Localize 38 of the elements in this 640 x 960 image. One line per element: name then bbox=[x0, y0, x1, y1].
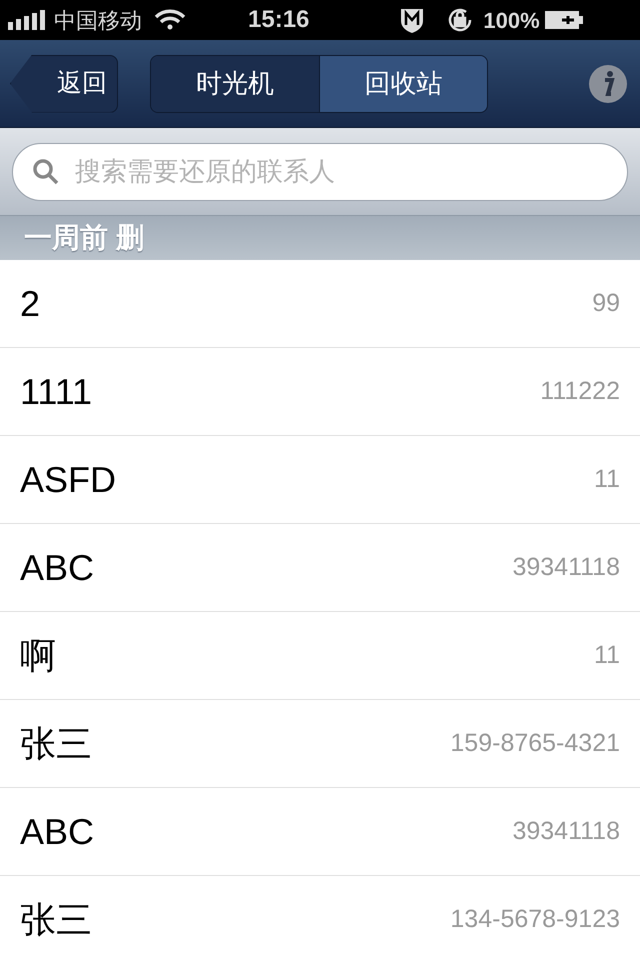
contact-name: 1111 bbox=[20, 370, 92, 414]
contact-name: ASFD bbox=[20, 458, 116, 502]
contact-number: 99 bbox=[592, 288, 620, 319]
contact-row[interactable]: 2 99 bbox=[0, 260, 640, 348]
signal-icon bbox=[8, 10, 46, 30]
contact-name: 啊 bbox=[20, 634, 56, 678]
contact-row[interactable]: 1111 111222 bbox=[0, 348, 640, 436]
contact-row[interactable]: ABC 39341118 bbox=[0, 788, 640, 876]
info-icon[interactable] bbox=[588, 64, 628, 104]
battery-percent: 100% bbox=[483, 6, 540, 34]
contact-number: 134-5678-9123 bbox=[450, 904, 620, 935]
contact-number: 11 bbox=[594, 464, 620, 495]
contact-number: 39341118 bbox=[512, 816, 620, 847]
battery-icon bbox=[544, 10, 584, 30]
contact-number: 39341118 bbox=[512, 552, 620, 583]
contact-row[interactable]: ABC 39341118 bbox=[0, 524, 640, 612]
contact-name: 2 bbox=[20, 282, 40, 326]
shield-icon bbox=[399, 6, 426, 34]
contact-row[interactable]: 张三 134-5678-9123 bbox=[0, 876, 640, 960]
wifi-icon bbox=[154, 9, 186, 31]
contact-number: 111222 bbox=[540, 376, 620, 407]
clock-time: 15:16 bbox=[248, 5, 310, 35]
segment-tab[interactable]: 时光机 bbox=[151, 56, 318, 112]
contact-name: ABC bbox=[20, 810, 94, 854]
contact-number: 11 bbox=[594, 640, 620, 671]
carrier-name: 中国移动 bbox=[54, 6, 142, 34]
contact-row[interactable]: 啊 11 bbox=[0, 612, 640, 700]
search-icon bbox=[32, 158, 60, 186]
contact-name: 张三 bbox=[20, 898, 92, 942]
contact-row[interactable]: ASFD 11 bbox=[0, 436, 640, 524]
contact-row[interactable]: 张三 159-8765-4321 bbox=[0, 700, 640, 788]
back-button[interactable]: 返回 bbox=[10, 54, 118, 112]
search-field[interactable]: 搜索需要还原的联系人 bbox=[12, 142, 628, 200]
contact-name: 张三 bbox=[20, 722, 92, 766]
contact-name: ABC bbox=[20, 546, 94, 590]
segment-tab[interactable]: 回收站 bbox=[318, 56, 487, 112]
contact-number: 159-8765-4321 bbox=[450, 728, 620, 759]
section-header: 一周前 删 bbox=[24, 221, 144, 255]
